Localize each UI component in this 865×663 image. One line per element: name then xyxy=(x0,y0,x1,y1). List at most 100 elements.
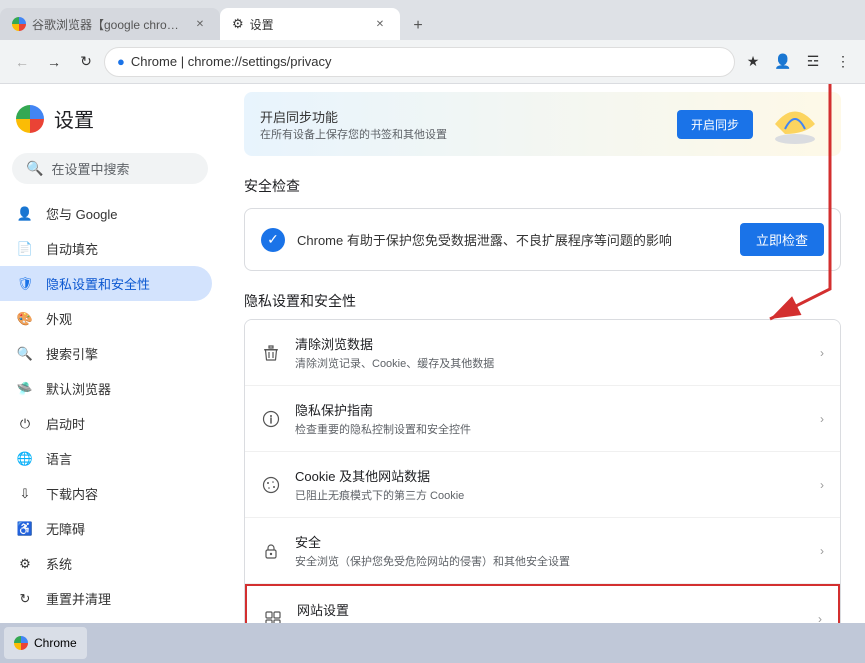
cookies-content: Cookie 及其他网站数据 已阻止无痕模式下的第三方 Cookie xyxy=(295,466,806,503)
sidebar: 设置 🔍 在设置中搜索 👤 您与 Google 📄 自动填充 🛡 隐私设置和 xyxy=(0,84,220,623)
promo-button[interactable]: 开启同步 xyxy=(677,110,753,139)
extensions-icon[interactable]: ☲ xyxy=(799,48,827,76)
settings-icon: ⚙ xyxy=(16,555,34,573)
settings-list-container: 清除浏览数据 清除浏览记录、Cookie、缓存及其他数据 › xyxy=(220,319,865,623)
tab-1[interactable]: 谷歌浏览器【google chrome】 ✕ xyxy=(0,8,220,40)
sidebar-item-default-browser[interactable]: 🛸 默认浏览器 xyxy=(0,371,212,406)
safety-shield-icon: ✓ xyxy=(261,228,285,252)
toolbar-actions: ★ 👤 ☲ ⋮ xyxy=(739,48,857,76)
settings-scroll-area: 开启同步功能 在所有设备上保存您的书签和其他设置 开启同步 安全检查 xyxy=(220,92,865,623)
check-now-button[interactable]: 立即检查 xyxy=(740,223,824,256)
promo-content: 开启同步功能 在所有设备上保存您的书签和其他设置 xyxy=(260,107,665,142)
sidebar-header: 设置 xyxy=(0,96,220,149)
trash-icon xyxy=(261,343,281,363)
sidebar-item-google[interactable]: 👤 您与 Google xyxy=(0,196,212,231)
sidebar-item-accessibility[interactable]: ♿ 无障碍 xyxy=(0,511,212,546)
search-placeholder: 在设置中搜索 xyxy=(51,159,129,178)
tab1-favicon xyxy=(12,17,26,31)
main-content: 开启同步功能 在所有设备上保存您的书签和其他设置 开启同步 安全检查 xyxy=(220,84,865,623)
site-settings-title: 网站设置 xyxy=(297,600,804,619)
cookie-icon xyxy=(261,475,281,495)
safety-check-title: 安全检查 xyxy=(244,172,841,196)
sidebar-label-appearance: 外观 xyxy=(46,309,72,328)
clear-browsing-content: 清除浏览数据 清除浏览记录、Cookie、缓存及其他数据 xyxy=(295,334,806,371)
sidebar-label-startup: 启动时 xyxy=(46,414,85,433)
document-icon: 📄 xyxy=(16,240,34,258)
security-title: 安全 xyxy=(295,532,806,551)
sidebar-item-reset[interactable]: ↻ 重置并清理 xyxy=(0,581,212,616)
reload-button[interactable]: ↻ xyxy=(72,48,100,76)
promo-desc: 在所有设备上保存您的书签和其他设置 xyxy=(260,126,665,142)
search-box[interactable]: 🔍 在设置中搜索 xyxy=(12,153,208,184)
tab2-close-icon[interactable]: ✕ xyxy=(372,16,388,32)
tab-2[interactable]: ⚙ 设置 ✕ xyxy=(220,8,400,40)
settings-item-site-settings[interactable]: 网站设置 控制网站可以使用和显示什么信息（如位置信息、摄像头、弹出式窗口及其他）… xyxy=(245,584,840,623)
taskbar-chrome-button[interactable]: Chrome xyxy=(4,627,87,659)
sidebar-label-language: 语言 xyxy=(46,449,72,468)
page-content: 设置 🔍 在设置中搜索 👤 您与 Google 📄 自动填充 🛡 隐私设置和 xyxy=(0,84,865,623)
settings-item-cookies[interactable]: Cookie 及其他网站数据 已阻止无痕模式下的第三方 Cookie › xyxy=(245,452,840,518)
tab1-title: 谷歌浏览器【google chrome】 xyxy=(32,16,186,33)
address-bar[interactable]: ● Chrome | chrome://settings/privacy xyxy=(104,47,735,77)
profile-icon[interactable]: 👤 xyxy=(769,48,797,76)
promo-banner: 开启同步功能 在所有设备上保存您的书签和其他设置 开启同步 xyxy=(244,92,841,156)
sidebar-label-search: 搜索引擎 xyxy=(46,344,98,363)
menu-icon[interactable]: ⋮ xyxy=(829,48,857,76)
sidebar-label-accessibility: 无障碍 xyxy=(46,519,85,538)
forward-button[interactable]: → xyxy=(40,48,68,76)
safety-check-card: ✓ Chrome 有助于保护您免受数据泄露、不良扩展程序等问题的影响 立即检查 xyxy=(244,208,841,271)
sidebar-label-reset: 重置并清理 xyxy=(46,589,111,608)
shield-icon: 🛡 xyxy=(16,275,34,293)
security-arrow-icon: › xyxy=(820,544,824,558)
url-display: Chrome | chrome://settings/privacy xyxy=(131,54,722,69)
site-security-icon: ● xyxy=(117,54,125,69)
tab2-title: 设置 xyxy=(250,16,366,33)
chrome-logo xyxy=(16,105,44,133)
sidebar-item-autofill[interactable]: 📄 自动填充 xyxy=(0,231,212,266)
accessibility-icon: ♿ xyxy=(16,520,34,538)
sidebar-label-google: 您与 Google xyxy=(46,204,118,223)
taskbar-chrome-label: Chrome xyxy=(34,636,77,650)
promo-illustration xyxy=(765,104,825,144)
sidebar-item-search[interactable]: 🔍 搜索引擎 xyxy=(0,336,212,371)
promo-title: 开启同步功能 xyxy=(260,107,665,126)
security-content: 安全 安全浏览（保护您免受危险网站的侵害）和其他安全设置 xyxy=(295,532,806,569)
search-container: 🔍 在设置中搜索 xyxy=(0,149,220,196)
browser-frame: 谷歌浏览器【google chrome】 ✕ ⚙ 设置 ✕ + ← → ↻ ● … xyxy=(0,0,865,663)
tab-bar: 谷歌浏览器【google chrome】 ✕ ⚙ 设置 ✕ + xyxy=(0,0,865,40)
palette-icon: 🎨 xyxy=(16,310,34,328)
tab2-settings-icon: ⚙ xyxy=(232,16,244,32)
sidebar-label-downloads: 下载内容 xyxy=(46,484,98,503)
sidebar-label-system: 系统 xyxy=(46,554,72,573)
grid-icon xyxy=(263,609,283,624)
settings-title: 设置 xyxy=(54,104,94,133)
site-settings-arrow-icon: › xyxy=(818,612,822,624)
sidebar-item-privacy[interactable]: 🛡 隐私设置和安全性 xyxy=(0,266,212,301)
bookmarks-icon[interactable]: ★ xyxy=(739,48,767,76)
settings-item-privacy-guide[interactable]: 隐私保护指南 检查重要的隐私控制设置和安全控件 › xyxy=(245,386,840,452)
back-button[interactable]: ← xyxy=(8,48,36,76)
privacy-guide-icon xyxy=(261,409,281,429)
privacy-guide-desc: 检查重要的隐私控制设置和安全控件 xyxy=(295,421,806,437)
sidebar-item-extensions[interactable]: 🧩 扩展程序 ↗ xyxy=(0,616,212,623)
sidebar-item-downloads[interactable]: ⇩ 下载内容 xyxy=(0,476,212,511)
sidebar-item-system[interactable]: ⚙ 系统 xyxy=(0,546,212,581)
clear-browsing-title: 清除浏览数据 xyxy=(295,334,806,353)
sidebar-label-browser: 默认浏览器 xyxy=(46,379,111,398)
settings-item-clear-browsing[interactable]: 清除浏览数据 清除浏览记录、Cookie、缓存及其他数据 › xyxy=(245,320,840,386)
sidebar-label-autofill: 自动填充 xyxy=(46,239,98,258)
person-icon: 👤 xyxy=(16,205,34,223)
sidebar-item-appearance[interactable]: 🎨 外观 xyxy=(0,301,212,336)
sidebar-item-startup[interactable]: ⏻ 启动时 xyxy=(0,406,212,441)
tab1-close-icon[interactable]: ✕ xyxy=(192,16,208,32)
settings-item-security[interactable]: 安全 安全浏览（保护您免受危险网站的侵害）和其他安全设置 › xyxy=(245,518,840,584)
taskbar-chrome-icon xyxy=(14,636,28,650)
clear-browsing-desc: 清除浏览记录、Cookie、缓存及其他数据 xyxy=(295,355,806,371)
privacy-guide-content: 隐私保护指南 检查重要的隐私控制设置和安全控件 xyxy=(295,400,806,437)
cookies-desc: 已阻止无痕模式下的第三方 Cookie xyxy=(295,487,806,503)
new-tab-button[interactable]: + xyxy=(404,12,432,40)
sidebar-item-language[interactable]: 🌐 语言 xyxy=(0,441,212,476)
security-desc: 安全浏览（保护您免受危险网站的侵害）和其他安全设置 xyxy=(295,553,806,569)
site-settings-content: 网站设置 控制网站可以使用和显示什么信息（如位置信息、摄像头、弹出式窗口及其他） xyxy=(297,600,804,623)
privacy-section-title: 隐私设置和安全性 xyxy=(244,291,841,311)
